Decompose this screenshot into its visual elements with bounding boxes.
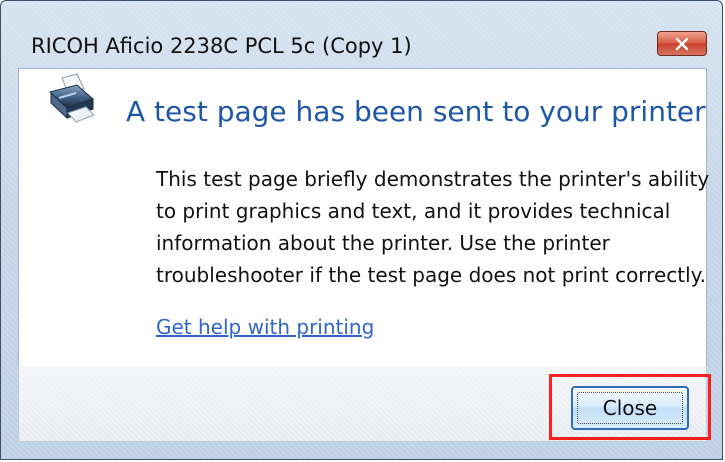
- close-button[interactable]: Close: [571, 386, 689, 430]
- body-line-2: to print graphics and text, and it provi…: [156, 199, 671, 223]
- printer-icon: [39, 70, 99, 126]
- dialog-body-text: This test page briefly demonstrates the …: [156, 163, 716, 291]
- close-button-label: Close: [602, 396, 658, 420]
- help-link[interactable]: Get help with printing: [156, 315, 374, 339]
- body-line-3: information about the printer. Use the p…: [156, 231, 610, 255]
- window-title: RICOH Aficio 2238C PCL 5c (Copy 1): [31, 34, 412, 58]
- title-bar: RICOH Aficio 2238C PCL 5c (Copy 1): [1, 1, 722, 58]
- dialog-headline: A test page has been sent to your printe…: [126, 95, 706, 128]
- window-close-button[interactable]: [657, 31, 707, 56]
- dialog-window: RICOH Aficio 2238C PCL 5c (Copy 1) A tes…: [0, 0, 723, 460]
- body-line-4: troubleshooter if the test page does not…: [156, 263, 706, 287]
- body-line-1: This test page briefly demonstrates the …: [156, 167, 710, 191]
- close-icon: [675, 37, 689, 50]
